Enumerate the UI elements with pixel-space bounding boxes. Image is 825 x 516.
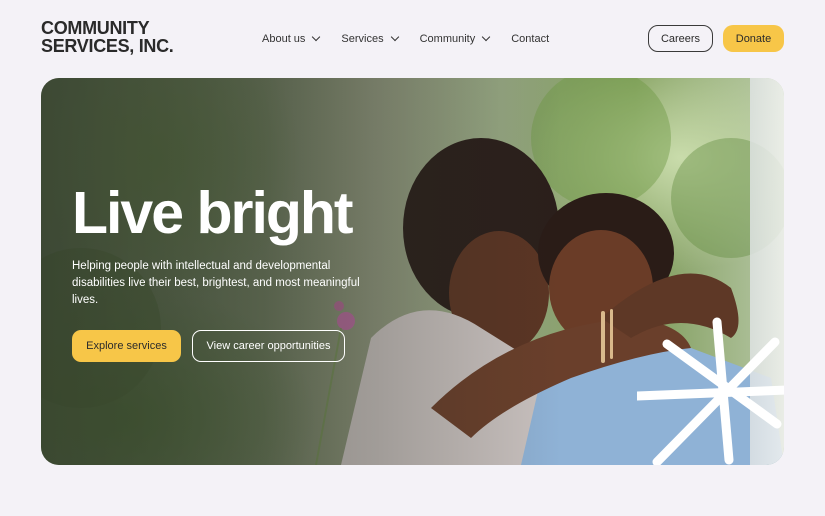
main-nav: About us Services Community Contact [262, 31, 571, 47]
hero-banner: Live bright Helping people with intellec… [41, 78, 784, 465]
careers-button[interactable]: Careers [648, 25, 713, 52]
donate-button[interactable]: Donate [723, 25, 784, 52]
hero-subtitle: Helping people with intellectual and dev… [72, 260, 360, 306]
nav-item-label: Services [341, 33, 384, 45]
explore-services-button[interactable]: Explore services [72, 330, 181, 362]
nav-item-about[interactable]: About us [262, 31, 321, 47]
chevron-down-icon [312, 32, 321, 42]
site-header: COMMUNITY SERVICES, INC. About us Servic… [0, 0, 825, 78]
view-careers-button[interactable]: View career opportunities [192, 330, 345, 362]
nav-item-community[interactable]: Community [419, 31, 491, 47]
sparkle-icon [637, 317, 784, 465]
nav-item-contact[interactable]: Contact [511, 31, 549, 47]
brand-line-2: SERVICES, INC. [41, 36, 174, 56]
chevron-down-icon [390, 32, 399, 42]
nav-item-label: Contact [511, 33, 550, 45]
nav-item-label: About us [262, 33, 306, 45]
nav-item-label: Community [419, 33, 476, 45]
hero-title: Live bright [72, 180, 354, 246]
brand-line-1: COMMUNITY [41, 18, 150, 38]
chevron-down-icon [481, 32, 491, 42]
nav-item-services[interactable]: Services [341, 31, 399, 47]
brand-logo[interactable]: COMMUNITY SERVICES, INC. [41, 19, 174, 55]
